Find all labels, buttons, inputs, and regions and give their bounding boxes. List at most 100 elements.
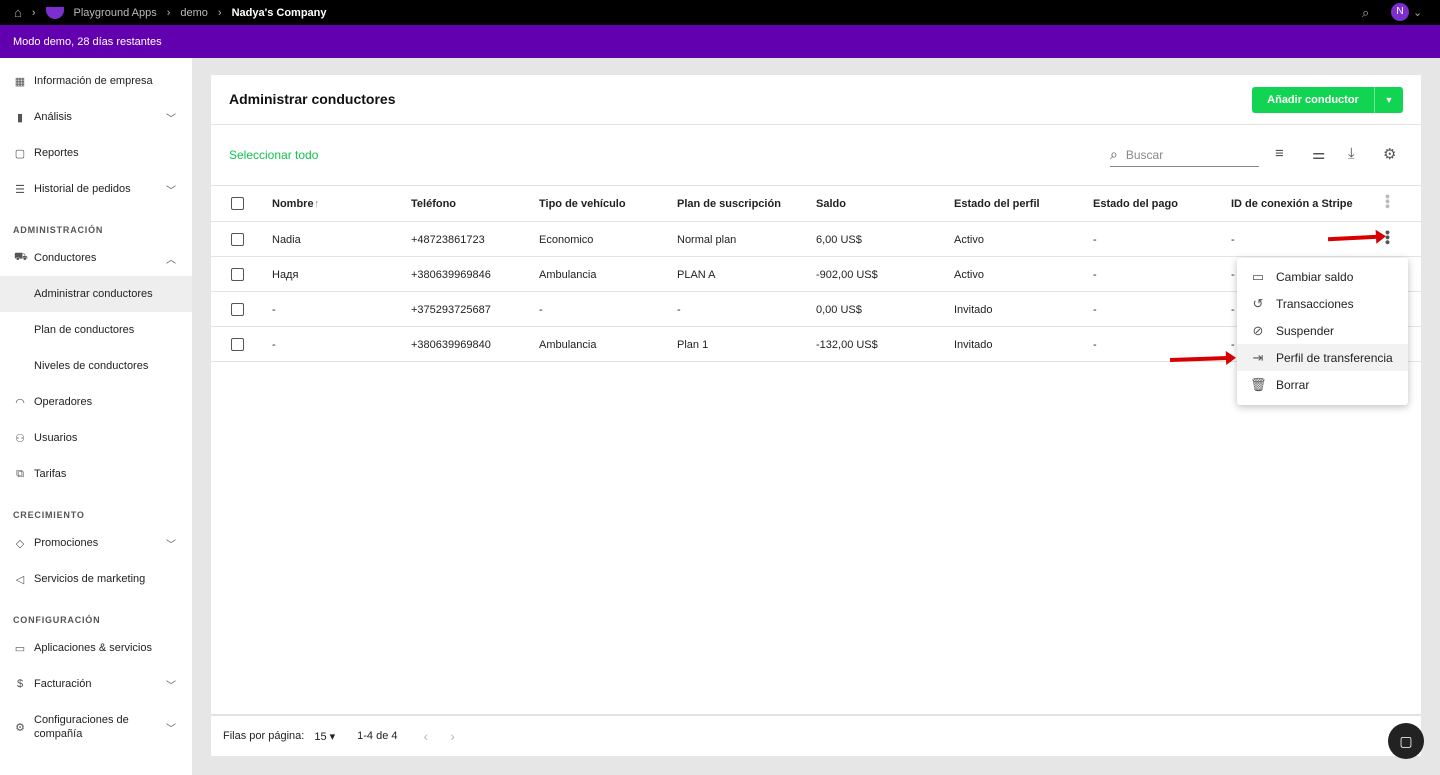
menu-item-suspend[interactable]: ⊘ Suspender: [1237, 317, 1408, 344]
headset-icon: ◠: [15, 396, 25, 409]
menu-item-transactions[interactable]: ↺ Transacciones: [1237, 290, 1408, 317]
table-cell: Ambulancia: [539, 269, 597, 281]
table-cell: Activo: [954, 269, 984, 281]
sort-arrow-icon[interactable]: ↑: [314, 198, 320, 210]
sidebar-item-billing[interactable]: $ Facturación ﹀: [0, 666, 192, 702]
table-cell: Ambulancia: [539, 339, 597, 351]
sidebar-item-order-history[interactable]: ☰ Historial de pedidos ﹀: [0, 171, 192, 207]
list-icon: ☰: [15, 183, 25, 196]
avatar[interactable]: N: [1391, 3, 1409, 21]
drivers-card: Administrar conductores Añadir conductor…: [211, 75, 1421, 756]
sidebar-item-drivers[interactable]: ⛟ Conductores ︿: [0, 240, 192, 276]
table-cell: +380639969840: [411, 339, 491, 351]
table-cell: -: [677, 304, 681, 316]
breadcrumb-env[interactable]: demo: [180, 7, 208, 19]
breadcrumb-app[interactable]: Playground Apps: [74, 7, 157, 19]
sidebar-item-reports[interactable]: ▢ Reportes: [0, 135, 192, 171]
chevron-down-icon: ﹀: [166, 185, 176, 197]
eye-off-icon: ⊘: [1252, 322, 1264, 338]
row-checkbox[interactable]: [231, 303, 244, 316]
row-actions-menu: ▭ Cambiar saldo ↺ Transacciones ⊘ Suspender…: [1237, 258, 1408, 405]
column-header[interactable]: Estado del perfil: [954, 198, 1040, 210]
table-cell: -: [272, 339, 276, 351]
columns-adjust-icon[interactable]: ⚌: [1312, 145, 1325, 163]
sidebar-item-manage-drivers[interactable]: Administrar conductores: [0, 276, 192, 312]
chevron-down-icon[interactable]: ⌄: [1413, 6, 1422, 19]
sidebar-item-driver-levels[interactable]: Niveles de conductores: [0, 348, 192, 384]
menu-item-change-balance[interactable]: ▭ Cambiar saldo: [1237, 263, 1408, 290]
chat-button[interactable]: ▢: [1388, 723, 1424, 759]
section-growth: CRECIMIENTO: [13, 510, 85, 520]
column-header[interactable]: Nombre: [272, 198, 314, 210]
more-vert-icon[interactable]: •••: [1380, 194, 1396, 209]
sidebar-item-analysis[interactable]: ▮ Análisis ﹀: [0, 99, 192, 135]
section-config: CONFIGURACIÓN: [13, 615, 101, 625]
table-cell: PLAN A: [677, 269, 716, 281]
card-icon: ▭: [1251, 268, 1265, 284]
row-checkbox[interactable]: [231, 268, 244, 281]
sidebar-item-marketing[interactable]: ◁ Servicios de marketing: [0, 561, 192, 597]
sidebar-item-promotions[interactable]: ◇ Promociones ﹀: [0, 525, 192, 561]
column-header[interactable]: Tipo de vehículo: [539, 198, 626, 210]
menu-item-delete[interactable]: 🗑 Borrar: [1237, 371, 1408, 398]
sidebar-item-operators[interactable]: ◠ Operadores: [0, 384, 192, 420]
chevron-down-icon: ﹀: [166, 680, 176, 692]
table-cell: -: [272, 304, 276, 316]
column-header[interactable]: Estado del pago: [1093, 198, 1178, 210]
column-header[interactable]: Saldo: [816, 198, 846, 210]
transfer-icon: ⇥: [1252, 349, 1264, 365]
sidebar-item-company-info[interactable]: ▦ Información de empresa: [0, 63, 192, 99]
search-icon: ⌕: [1110, 146, 1118, 162]
table-cell: -: [1231, 234, 1235, 246]
table-cell: -: [539, 304, 543, 316]
tag-icon: ◇: [15, 537, 25, 550]
sidebar-item-company-settings[interactable]: ⚙ Configuraciones de compañía ﹀: [0, 709, 192, 745]
document-icon: ▢: [14, 147, 26, 160]
table-cell: -132,00 US$: [816, 339, 878, 351]
billing-icon: $: [16, 678, 24, 690]
rows-per-page-select[interactable]: 15 ▾: [314, 730, 335, 743]
table-cell: +380639969846: [411, 269, 491, 281]
column-header[interactable]: Teléfono: [411, 198, 456, 210]
sidebar-item-driver-plans[interactable]: Plan de conductores: [0, 312, 192, 348]
table-cell: -: [1231, 304, 1235, 316]
select-all-link[interactable]: Seleccionar todo: [229, 148, 318, 162]
table-cell: -: [1093, 339, 1097, 351]
top-bar: ⌂ › Playground Apps › demo › Nadya's Compan…: [0, 0, 1440, 25]
column-header[interactable]: Plan de suscripción: [677, 198, 781, 210]
table-cell: Activo: [954, 234, 984, 246]
page-title: Administrar conductores: [229, 91, 396, 107]
chevron-up-icon: ︿: [166, 254, 176, 266]
car-icon: ⛟: [14, 251, 28, 263]
filter-icon[interactable]: ≡: [1275, 145, 1284, 162]
sidebar-item-users[interactable]: ⚇ Usuarios: [0, 420, 192, 456]
table-cell: Plan 1: [677, 339, 709, 351]
table-cell: -: [1093, 269, 1097, 281]
next-page-icon[interactable]: ›: [450, 728, 455, 744]
download-icon[interactable]: ⤓: [1348, 145, 1355, 162]
table-cell: 6,00 US$: [816, 234, 862, 246]
table-cell: Normal plan: [677, 234, 737, 246]
table-cell: -: [1093, 234, 1097, 246]
breadcrumb-company[interactable]: Nadya's Company: [232, 7, 327, 19]
table-cell: -: [1231, 269, 1235, 281]
caret-down-icon[interactable]: ▼: [1374, 87, 1403, 113]
settings-icon[interactable]: ⚙: [1383, 145, 1396, 163]
table-cell: +48723861723: [411, 234, 485, 246]
table-row[interactable]: Nadia +48723861723 Economico Normal plan 6,0…: [211, 222, 1421, 257]
add-driver-button[interactable]: Añadir conductor ▼: [1252, 87, 1403, 113]
column-header[interactable]: ID de conexión a Stripe: [1231, 198, 1353, 210]
home-icon[interactable]: ⌂: [14, 5, 22, 20]
prev-page-icon[interactable]: ‹: [424, 728, 429, 744]
tariff-icon: ⧉: [16, 467, 24, 480]
sidebar-item-tariffs[interactable]: ⧉ Tarifas: [0, 456, 192, 492]
select-all-checkbox[interactable]: [231, 197, 244, 210]
search-icon[interactable]: ⌕: [1362, 5, 1369, 21]
row-checkbox[interactable]: [231, 338, 244, 351]
row-checkbox[interactable]: [231, 233, 244, 246]
menu-item-transfer-profile[interactable]: ⇥ Perfil de transferencia: [1237, 344, 1408, 371]
sidebar-item-apps[interactable]: ▭ Aplicaciones & servicios: [0, 630, 192, 666]
gear-icon: ⚙: [15, 721, 25, 734]
search-input[interactable]: ⌕ Buscar: [1110, 143, 1259, 167]
megaphone-icon: ◁: [15, 573, 25, 586]
